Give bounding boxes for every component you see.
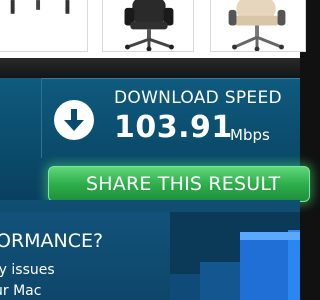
black-office-chair-image	[124, 0, 174, 51]
product-tile-1[interactable]	[0, 0, 88, 52]
download-speed-unit: Mbps	[230, 126, 270, 144]
promo-heading: ORMANCE?	[0, 230, 104, 252]
share-result-label: SHARE THIS RESULT	[86, 173, 281, 195]
result-box-left	[0, 78, 42, 158]
product-tile-3[interactable]	[210, 0, 306, 52]
promo-graphic	[170, 212, 300, 300]
download-speed-value: 103.91	[114, 110, 233, 145]
download-arrow-icon	[54, 100, 94, 140]
promo-line-1: fy issues	[0, 262, 55, 278]
bar-graphic-image	[170, 230, 300, 300]
chair-legs-image	[10, 0, 70, 14]
header-divider	[0, 58, 300, 80]
promo-line-2: ur Mac	[0, 283, 42, 299]
beige-office-chair-image	[228, 0, 286, 51]
download-speed-label: DOWNLOAD SPEED	[114, 88, 282, 108]
product-tile-2[interactable]	[102, 0, 194, 52]
